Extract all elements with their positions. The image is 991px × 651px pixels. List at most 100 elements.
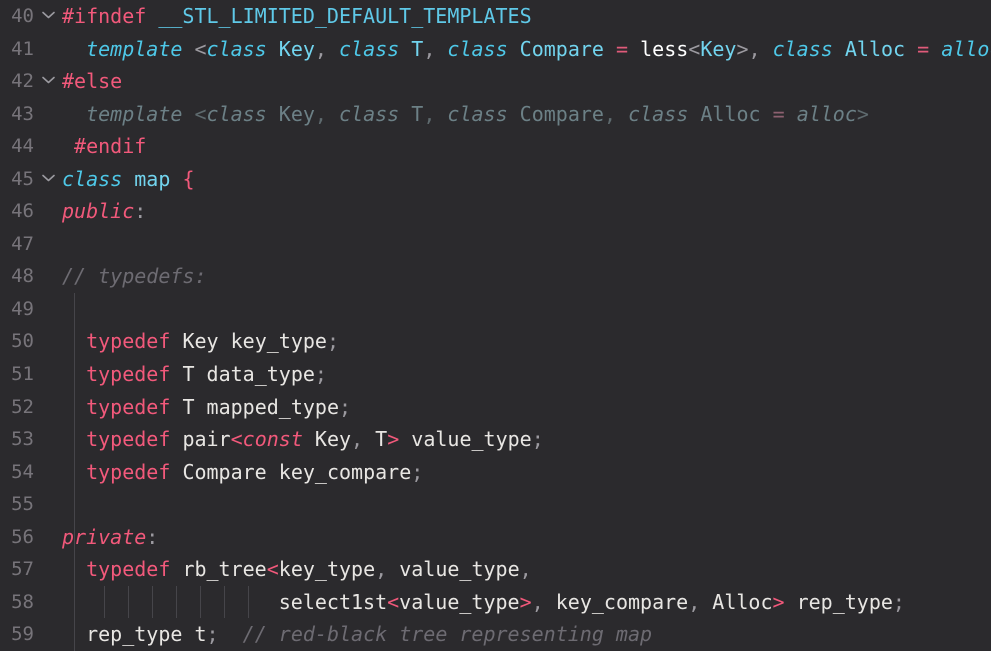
line-content[interactable]: template <class Key, class T, class Comp… <box>62 98 869 131</box>
code-line[interactable]: 56 private: <box>0 521 991 554</box>
token: key_type <box>230 329 327 354</box>
line-content[interactable]: #ifndef __STL_LIMITED_DEFAULT_TEMPLATES <box>62 0 532 33</box>
code-line[interactable]: 59 rep_type t; // red-black tree represe… <box>0 618 991 651</box>
chevron-down-icon[interactable] <box>40 163 56 196</box>
token: , <box>688 589 701 614</box>
code-line[interactable]: 50 typedef Key key_type; <box>0 325 991 358</box>
line-number: 51 <box>11 363 34 386</box>
token: T <box>411 36 424 61</box>
line-content[interactable]: typedef rb_tree<key_type, value_type, <box>62 553 532 586</box>
line-content[interactable]: private: <box>62 521 158 554</box>
chevron-down-icon[interactable] <box>40 0 56 33</box>
token: > <box>856 101 869 126</box>
line-content[interactable]: typedef pair<const Key, T> value_type; <box>62 423 544 456</box>
token: Alloc <box>700 101 761 126</box>
code-lines-container[interactable]: 40 #ifndef __STL_LIMITED_DEFAULT_TEMPLATE… <box>0 0 991 651</box>
token: Key <box>700 36 737 61</box>
code-editor[interactable]: 40 #ifndef __STL_LIMITED_DEFAULT_TEMPLATE… <box>0 0 991 651</box>
token: typedef <box>86 329 171 354</box>
token: = <box>917 36 930 61</box>
token: class <box>62 166 123 191</box>
line-content[interactable]: select1st<value_type>, key_compare, Allo… <box>62 586 905 619</box>
line-content[interactable]: #else <box>62 65 122 98</box>
line-number: 41 <box>11 37 34 60</box>
code-line[interactable]: 42 #else <box>0 65 991 98</box>
code-line[interactable]: 58 select1st<value_type>, key_compare, A… <box>0 586 991 619</box>
code-line[interactable]: 46 public: <box>0 195 991 228</box>
line-content[interactable]: typedef T mapped_type; <box>62 391 351 424</box>
token: T <box>411 101 424 126</box>
token: Key <box>314 427 352 452</box>
token: #else <box>62 69 123 94</box>
line-number: 54 <box>11 460 34 483</box>
line-content[interactable]: public: <box>62 195 146 228</box>
code-line[interactable]: 44 #endif <box>0 130 991 163</box>
line-content[interactable]: class map { <box>62 163 194 196</box>
line-content[interactable]: typedef Key key_type; <box>62 325 339 358</box>
token: key_compare <box>555 589 689 614</box>
line-content[interactable]: template <class Key, class T, class Comp… <box>62 33 991 66</box>
code-line[interactable]: 49 <box>0 293 991 326</box>
line-content[interactable]: typedef Compare key_compare; <box>62 456 423 489</box>
token: typedef <box>86 427 171 452</box>
code-line[interactable]: 54 typedef Compare key_compare; <box>0 456 991 489</box>
token: class <box>447 36 508 61</box>
line-content[interactable]: // typedefs: <box>62 260 207 293</box>
token: = <box>772 101 785 126</box>
line-number: 58 <box>11 590 34 613</box>
token: key_compare <box>278 459 412 484</box>
code-line[interactable]: 52 typedef T mapped_type; <box>0 391 991 424</box>
token: #endif <box>74 134 147 159</box>
line-content[interactable]: typedef T data_type; <box>62 358 327 391</box>
token: , <box>423 101 436 126</box>
token: ; <box>411 459 424 484</box>
line-content[interactable]: #endif <box>62 130 146 163</box>
code-line[interactable]: 43 template <class Key, class T, class C… <box>0 98 991 131</box>
code-line[interactable]: 55 <box>0 488 991 521</box>
code-line[interactable]: 45 class map { <box>0 163 991 196</box>
code-line[interactable]: 47 <box>0 228 991 261</box>
code-line[interactable]: 51 typedef T data_type; <box>0 358 991 391</box>
token: class <box>447 101 508 126</box>
token: select1st <box>278 589 388 614</box>
code-line[interactable]: 48 // typedefs: <box>0 260 991 293</box>
token: public <box>62 199 135 224</box>
token: = <box>616 36 629 61</box>
code-line[interactable]: 41 template <class Key, class T, class C… <box>0 33 991 66</box>
token: class <box>339 36 400 61</box>
token: const <box>242 427 303 452</box>
token: , <box>748 36 761 61</box>
token: alloc <box>796 101 857 126</box>
token: , <box>314 36 327 61</box>
token: ; <box>338 394 352 419</box>
token: class <box>628 101 689 126</box>
token: typedef <box>86 394 171 419</box>
token: value_type <box>411 427 532 452</box>
line-number: 57 <box>11 558 34 581</box>
token: ; <box>326 329 339 354</box>
token: mapped_type <box>206 394 339 419</box>
chevron-down-icon[interactable] <box>40 65 56 98</box>
code-line[interactable]: 40 #ifndef __STL_LIMITED_DEFAULT_TEMPLATE… <box>0 0 991 33</box>
token: value_type <box>399 557 520 582</box>
token: class <box>339 101 400 126</box>
code-line[interactable]: 57 typedef rb_tree<key_type, value_type, <box>0 553 991 586</box>
line-content[interactable]: rep_type t; // red-black tree representi… <box>62 618 652 651</box>
code-line[interactable]: 53 typedef pair<const Key, T> value_type… <box>0 423 991 456</box>
